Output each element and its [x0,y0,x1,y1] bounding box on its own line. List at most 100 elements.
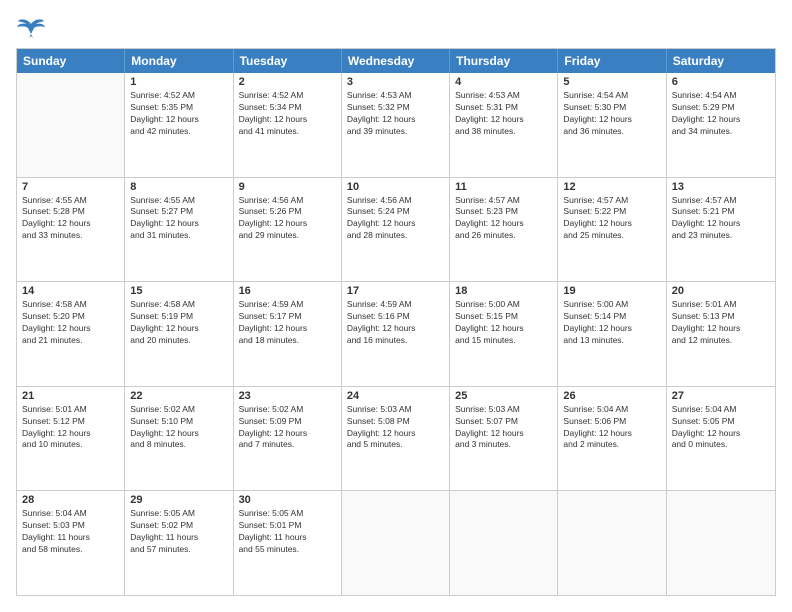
day-number: 18 [455,285,552,297]
cal-cell: 1 Sunrise: 4:52 AM Sunset: 5:35 PM Daylig… [125,73,233,177]
header [16,16,776,38]
cal-cell: 22 Sunrise: 5:02 AM Sunset: 5:10 PM Dayli… [125,387,233,491]
logo-icon [16,16,46,38]
sun-info: Sunrise: 4:59 AM Sunset: 5:16 PM Dayligh… [347,299,444,347]
day-number: 29 [130,494,227,506]
cal-cell [558,491,666,595]
day-header-sunday: Sunday [17,49,125,73]
day-number: 26 [563,390,660,402]
day-number: 14 [22,285,119,297]
day-number: 6 [672,76,770,88]
cal-cell: 25 Sunrise: 5:03 AM Sunset: 5:07 PM Dayli… [450,387,558,491]
day-number: 5 [563,76,660,88]
day-number: 16 [239,285,336,297]
cal-cell [17,73,125,177]
cal-cell: 8Sunrise: 4:55 AM Sunset: 5:27 PM Daylig… [125,178,233,282]
cal-cell: 6 Sunrise: 4:54 AM Sunset: 5:29 PM Daylig… [667,73,775,177]
day-number: 25 [455,390,552,402]
cal-cell: 3Sunrise: 4:53 AM Sunset: 5:32 PM Daylig… [342,73,450,177]
sun-info: Sunrise: 4:56 AM Sunset: 5:24 PM Dayligh… [347,195,444,243]
cal-cell: 20 Sunrise: 5:01 AM Sunset: 5:13 PM Dayli… [667,282,775,386]
sun-info: Sunrise: 4:52 AM Sunset: 5:34 PM Dayligh… [239,90,336,138]
sun-info: Sunrise: 5:01 AM Sunset: 5:13 PM Dayligh… [672,299,770,347]
cal-cell: 23 Sunrise: 5:02 AM Sunset: 5:09 PM Dayli… [234,387,342,491]
day-number: 30 [239,494,336,506]
day-header-friday: Friday [558,49,666,73]
sun-info: Sunrise: 5:04 AM Sunset: 5:05 PM Dayligh… [672,404,770,452]
cal-cell: 12 Sunrise: 4:57 AM Sunset: 5:22 PM Dayli… [558,178,666,282]
week-row-4: 28Sunrise: 5:04 AM Sunset: 5:03 PM Dayli… [17,491,775,595]
day-number: 20 [672,285,770,297]
day-header-wednesday: Wednesday [342,49,450,73]
week-row-2: 14 Sunrise: 4:58 AM Sunset: 5:20 PM Dayli… [17,282,775,387]
sun-info: Sunrise: 4:53 AM Sunset: 5:32 PM Dayligh… [347,90,444,138]
calendar: SundayMondayTuesdayWednesdayThursdayFrid… [16,48,776,596]
sun-info: Sunrise: 5:00 AM Sunset: 5:15 PM Dayligh… [455,299,552,347]
sun-info: Sunrise: 5:01 AM Sunset: 5:12 PM Dayligh… [22,404,119,452]
day-number: 11 [455,181,552,193]
day-number: 19 [563,285,660,297]
sun-info: Sunrise: 5:03 AM Sunset: 5:07 PM Dayligh… [455,404,552,452]
day-number: 28 [22,494,119,506]
sun-info: Sunrise: 4:56 AM Sunset: 5:26 PM Dayligh… [239,195,336,243]
cal-cell: 13Sunrise: 4:57 AM Sunset: 5:21 PM Dayli… [667,178,775,282]
cal-cell: 5 Sunrise: 4:54 AM Sunset: 5:30 PM Daylig… [558,73,666,177]
cal-cell: 2 Sunrise: 4:52 AM Sunset: 5:34 PM Daylig… [234,73,342,177]
cal-cell: 14 Sunrise: 4:58 AM Sunset: 5:20 PM Dayli… [17,282,125,386]
day-number: 27 [672,390,770,402]
day-number: 10 [347,181,444,193]
sun-info: Sunrise: 4:55 AM Sunset: 5:28 PM Dayligh… [22,195,119,243]
cal-cell: 27 Sunrise: 5:04 AM Sunset: 5:05 PM Dayli… [667,387,775,491]
day-header-thursday: Thursday [450,49,558,73]
sun-info: Sunrise: 5:02 AM Sunset: 5:09 PM Dayligh… [239,404,336,452]
sun-info: Sunrise: 4:57 AM Sunset: 5:21 PM Dayligh… [672,195,770,243]
day-header-tuesday: Tuesday [234,49,342,73]
day-number: 8 [130,181,227,193]
cal-cell: 4 Sunrise: 4:53 AM Sunset: 5:31 PM Daylig… [450,73,558,177]
sun-info: Sunrise: 4:58 AM Sunset: 5:20 PM Dayligh… [22,299,119,347]
week-row-3: 21 Sunrise: 5:01 AM Sunset: 5:12 PM Dayli… [17,387,775,492]
week-row-0: 1 Sunrise: 4:52 AM Sunset: 5:35 PM Daylig… [17,73,775,178]
sun-info: Sunrise: 4:59 AM Sunset: 5:17 PM Dayligh… [239,299,336,347]
sun-info: Sunrise: 4:53 AM Sunset: 5:31 PM Dayligh… [455,90,552,138]
calendar-body: 1 Sunrise: 4:52 AM Sunset: 5:35 PM Daylig… [17,73,775,595]
cal-cell: 24 Sunrise: 5:03 AM Sunset: 5:08 PM Dayli… [342,387,450,491]
day-number: 1 [130,76,227,88]
day-number: 21 [22,390,119,402]
day-number: 4 [455,76,552,88]
day-header-saturday: Saturday [667,49,775,73]
cal-cell: 28Sunrise: 5:04 AM Sunset: 5:03 PM Dayli… [17,491,125,595]
sun-info: Sunrise: 4:57 AM Sunset: 5:22 PM Dayligh… [563,195,660,243]
cal-cell: 26Sunrise: 5:04 AM Sunset: 5:06 PM Dayli… [558,387,666,491]
day-number: 12 [563,181,660,193]
day-number: 2 [239,76,336,88]
cal-cell: 19Sunrise: 5:00 AM Sunset: 5:14 PM Dayli… [558,282,666,386]
cal-cell [342,491,450,595]
sun-info: Sunrise: 4:58 AM Sunset: 5:19 PM Dayligh… [130,299,227,347]
page: SundayMondayTuesdayWednesdayThursdayFrid… [0,0,792,612]
cal-cell: 11 Sunrise: 4:57 AM Sunset: 5:23 PM Dayli… [450,178,558,282]
day-number: 24 [347,390,444,402]
sun-info: Sunrise: 4:54 AM Sunset: 5:29 PM Dayligh… [672,90,770,138]
day-header-monday: Monday [125,49,233,73]
cal-cell: 9 Sunrise: 4:56 AM Sunset: 5:26 PM Daylig… [234,178,342,282]
day-number: 15 [130,285,227,297]
sun-info: Sunrise: 4:54 AM Sunset: 5:30 PM Dayligh… [563,90,660,138]
logo [16,16,50,38]
day-number: 23 [239,390,336,402]
day-number: 7 [22,181,119,193]
sun-info: Sunrise: 4:52 AM Sunset: 5:35 PM Dayligh… [130,90,227,138]
day-number: 22 [130,390,227,402]
cal-cell [667,491,775,595]
sun-info: Sunrise: 5:05 AM Sunset: 5:02 PM Dayligh… [130,508,227,556]
day-number: 9 [239,181,336,193]
sun-info: Sunrise: 5:05 AM Sunset: 5:01 PM Dayligh… [239,508,336,556]
calendar-header: SundayMondayTuesdayWednesdayThursdayFrid… [17,49,775,73]
sun-info: Sunrise: 4:57 AM Sunset: 5:23 PM Dayligh… [455,195,552,243]
cal-cell: 18 Sunrise: 5:00 AM Sunset: 5:15 PM Dayli… [450,282,558,386]
week-row-1: 7 Sunrise: 4:55 AM Sunset: 5:28 PM Daylig… [17,178,775,283]
sun-info: Sunrise: 5:03 AM Sunset: 5:08 PM Dayligh… [347,404,444,452]
cal-cell: 15 Sunrise: 4:58 AM Sunset: 5:19 PM Dayli… [125,282,233,386]
sun-info: Sunrise: 5:02 AM Sunset: 5:10 PM Dayligh… [130,404,227,452]
cal-cell: 21 Sunrise: 5:01 AM Sunset: 5:12 PM Dayli… [17,387,125,491]
